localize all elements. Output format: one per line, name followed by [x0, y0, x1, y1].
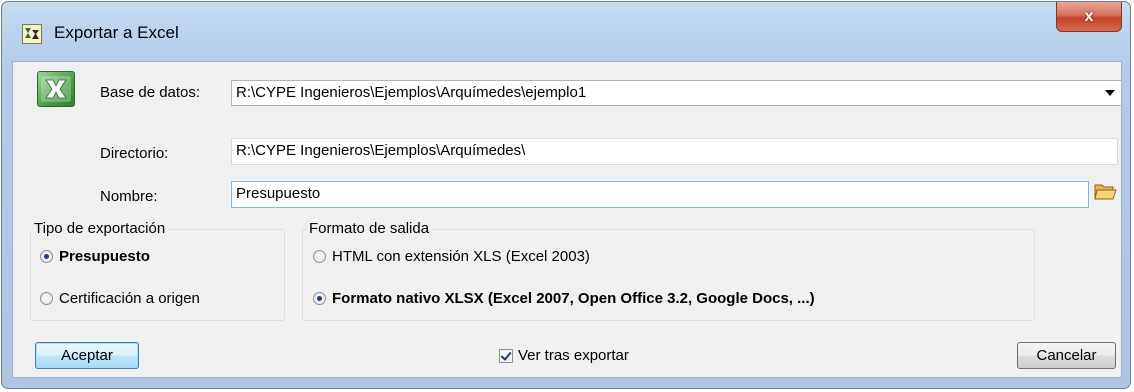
dialog-body: Base de datos: R:\CYPE Ingenieros\Ejempl… [12, 61, 1122, 378]
chevron-down-icon[interactable] [1105, 90, 1115, 96]
window-title: Exportar a Excel [54, 23, 179, 42]
radio-xlsx-label: Formato nativo XLSX (Excel 2007, Open Of… [332, 290, 815, 307]
radio-xlsx[interactable]: Formato nativo XLSX (Excel 2007, Open Of… [313, 290, 815, 307]
radio-presupuesto-label: Presupuesto [59, 248, 150, 265]
accept-button-label: Aceptar [61, 347, 113, 364]
formato-salida-legend: Formato de salida [306, 220, 433, 237]
radio-selected-icon[interactable] [40, 250, 53, 263]
radio-unselected-icon[interactable] [40, 292, 53, 305]
tipo-exportacion-legend: Tipo de exportación [31, 220, 169, 237]
cancel-button-label: Cancelar [1036, 347, 1097, 364]
base-datos-select[interactable]: R:\CYPE Ingenieros\Ejemplos\Arquímedes\e… [231, 80, 1122, 106]
formato-salida-group [302, 229, 1035, 321]
nombre-label: Nombre: [100, 188, 158, 205]
radio-certificacion-label: Certificación a origen [59, 290, 200, 307]
close-button[interactable]: x [1056, 2, 1122, 32]
accept-button[interactable]: Aceptar [35, 342, 139, 369]
radio-certificacion[interactable]: Certificación a origen [40, 290, 200, 307]
title-bar[interactable]: Exportar a Excel x [2, 2, 1130, 68]
excel-icon [37, 71, 75, 107]
nombre-value: Presupuesto [236, 185, 321, 202]
browse-folder-button[interactable] [1093, 179, 1117, 205]
nombre-input[interactable]: Presupuesto [231, 181, 1089, 208]
base-datos-value: R:\CYPE Ingenieros\Ejemplos\Arquímedes\e… [236, 84, 587, 101]
cancel-button[interactable]: Cancelar [1017, 342, 1116, 369]
tipo-exportacion-group [30, 229, 285, 321]
radio-html-xls-label: HTML con extensión XLS (Excel 2003) [332, 248, 590, 265]
open-folder-icon [1094, 184, 1117, 200]
app-icon [22, 24, 42, 44]
base-datos-label: Base de datos: [100, 84, 201, 101]
radio-presupuesto[interactable]: Presupuesto [40, 248, 150, 265]
export-dialog: Exportar a Excel x Base de datos: R:\CYP… [1, 1, 1131, 389]
radio-unselected-icon[interactable] [313, 250, 326, 263]
directorio-field[interactable]: R:\CYPE Ingenieros\Ejemplos\Arquímedes\ [231, 138, 1118, 165]
directorio-label: Directorio: [100, 145, 169, 162]
radio-html-xls[interactable]: HTML con extensión XLS (Excel 2003) [313, 248, 590, 265]
close-icon: x [1084, 7, 1094, 25]
radio-selected-icon[interactable] [313, 292, 326, 305]
checkbox-checked-icon[interactable] [499, 348, 513, 363]
directorio-value: R:\CYPE Ingenieros\Ejemplos\Arquímedes\ [236, 142, 526, 159]
ver-tras-exportar-checkbox[interactable]: Ver tras exportar [499, 347, 629, 364]
ver-tras-exportar-label: Ver tras exportar [518, 347, 629, 364]
